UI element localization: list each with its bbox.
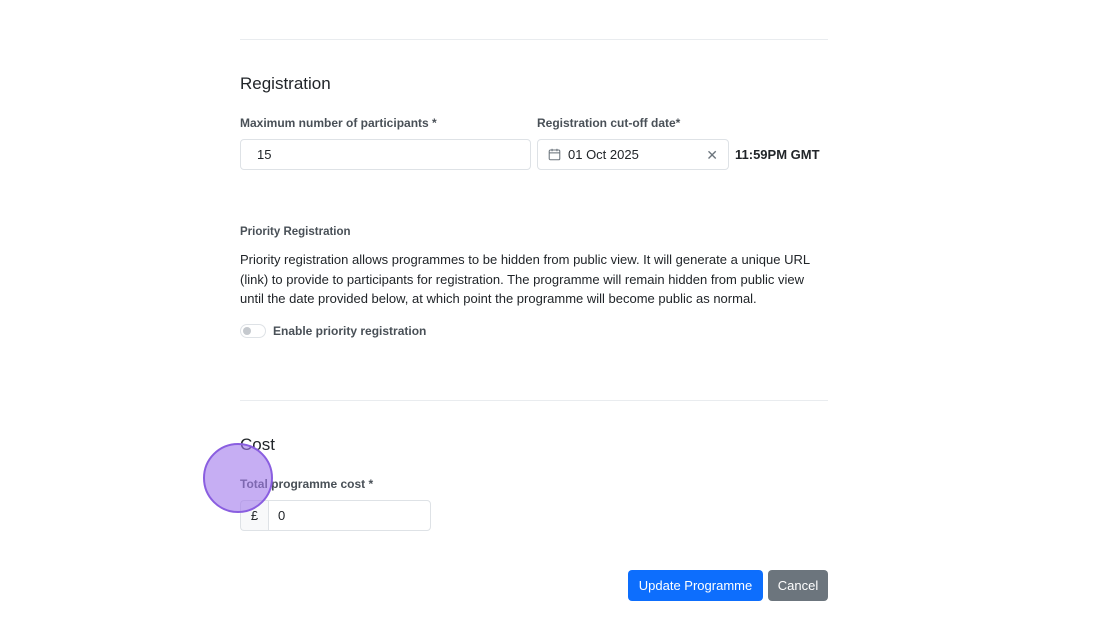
total-cost-input[interactable]: 0	[268, 500, 431, 531]
max-participants-value: 15	[257, 147, 272, 162]
top-divider	[240, 39, 828, 40]
cutoff-date-label: Registration cut-off date*	[537, 116, 681, 130]
update-programme-button[interactable]: Update Programme	[628, 570, 763, 601]
priority-registration-toggle[interactable]	[240, 324, 266, 338]
max-participants-input[interactable]: 15	[240, 139, 531, 170]
total-cost-label: Total programme cost *	[240, 477, 374, 491]
section-divider	[240, 400, 828, 401]
cutoff-time: 11:59PM GMT	[735, 147, 820, 162]
cancel-button[interactable]: Cancel	[768, 570, 828, 601]
toggle-knob	[243, 327, 251, 335]
currency-prefix: £	[240, 500, 268, 531]
close-icon[interactable]: ✕	[706, 148, 718, 162]
priority-registration-description: Priority registration allows programmes …	[240, 252, 810, 306]
cutoff-date-value: 01 Oct 2025	[568, 147, 639, 162]
priority-registration-toggle-label[interactable]: Enable priority registration	[273, 324, 426, 338]
cutoff-date-picker[interactable]: 01 Oct 2025 ✕	[537, 139, 729, 170]
calendar-icon	[548, 148, 561, 161]
total-cost-input-group: £ 0	[240, 500, 431, 531]
max-participants-label: Maximum number of participants *	[240, 116, 437, 130]
cost-section-title: Cost	[240, 435, 275, 454]
priority-registration-label: Priority Registration	[240, 226, 351, 238]
registration-section-title: Registration	[240, 74, 331, 93]
